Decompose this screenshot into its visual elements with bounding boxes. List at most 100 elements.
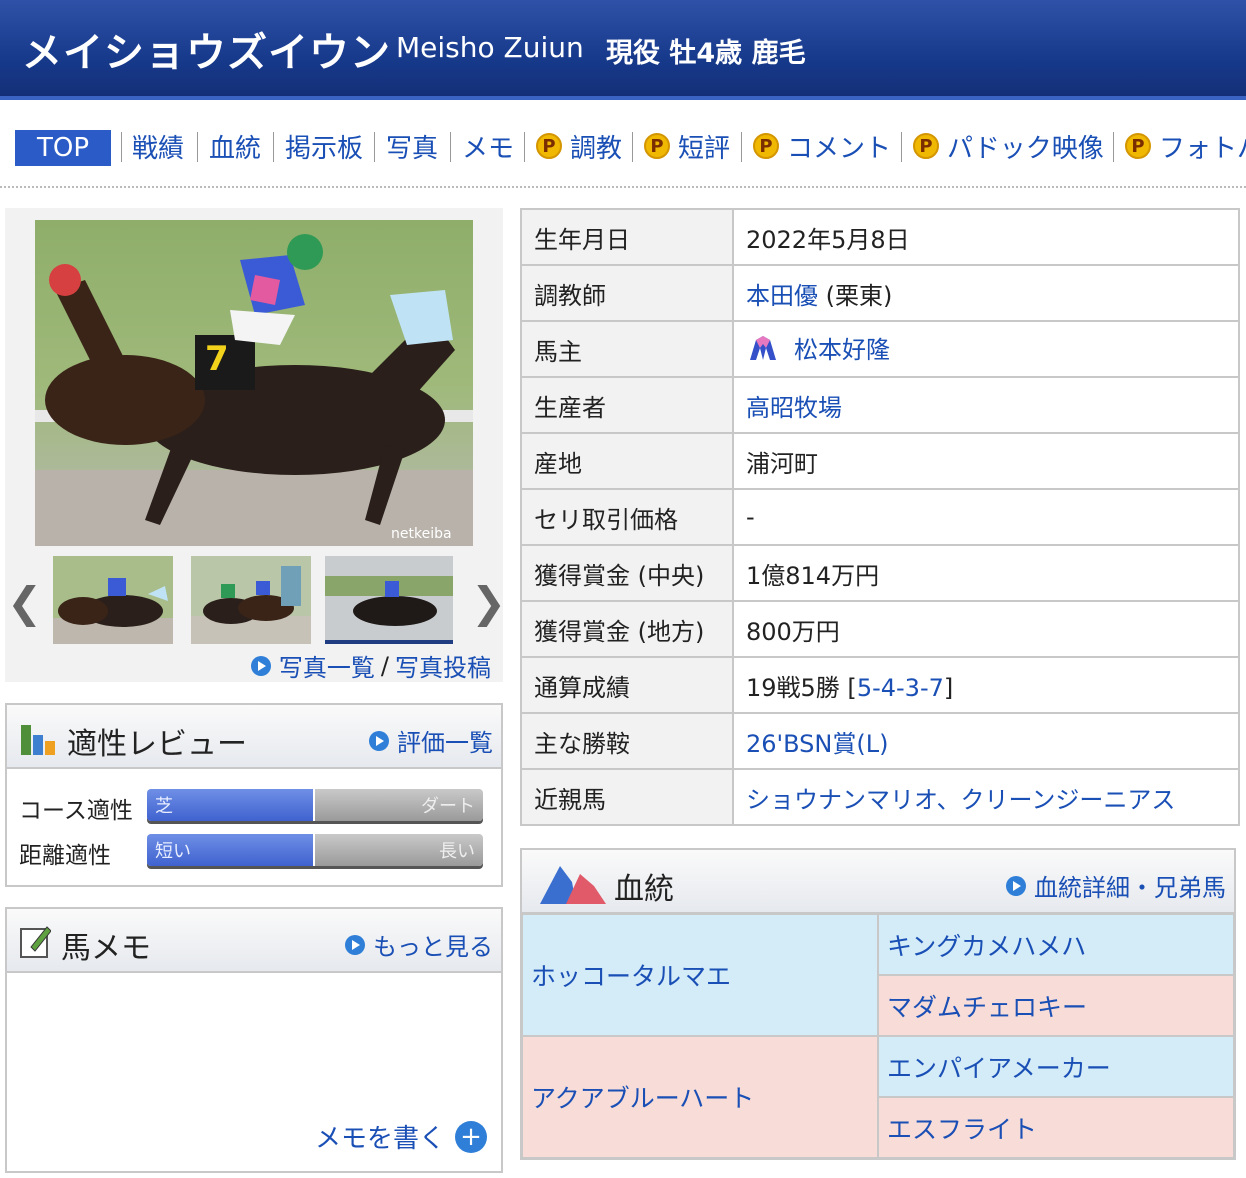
photo-thumbnail[interactable] — [325, 556, 453, 644]
arrow-bullet-icon — [250, 655, 271, 676]
dam-dam-link[interactable]: エスフライト — [878, 1097, 1234, 1158]
svg-text:7: 7 — [205, 339, 229, 379]
tab-top[interactable]: TOP — [15, 130, 112, 166]
tab-paddock-video[interactable]: P パドック映像 — [913, 126, 1104, 166]
horse-info: 現役 牡4歳 鹿毛 — [606, 38, 806, 69]
write-memo-label: メモを書く — [314, 1124, 445, 1154]
tab-memo[interactable]: メモ — [462, 126, 514, 166]
trainer-link[interactable]: 本田優 — [746, 282, 818, 310]
main-win-link[interactable]: 26'BSN賞(L) — [746, 730, 888, 758]
profile-key: 生年月日 — [520, 208, 734, 266]
distance-aptitude-label: 距離適性 — [19, 843, 111, 869]
profile-value: 1億814万円 — [732, 544, 1240, 602]
table-row: 主な勝鞍 26'BSN賞(L) — [520, 712, 1240, 770]
memo-panel: 馬メモ もっと見る メモを書く + — [5, 907, 503, 1173]
sire-link[interactable]: ホッコータルマエ — [522, 914, 878, 1036]
photo-list-link[interactable]: 写真一覧 — [279, 648, 375, 683]
nav-separator — [450, 132, 451, 162]
tab-results[interactable]: 戦績 — [132, 126, 184, 166]
trainer-region: (栗東) — [818, 281, 893, 310]
write-memo-button[interactable]: メモを書く + — [315, 1118, 487, 1155]
main-photo[interactable]: 7 netkeiba — [35, 220, 473, 546]
sire-sire-link[interactable]: キングカメハメハ — [878, 914, 1234, 975]
course-aptitude-bar: 芝 ダート — [147, 789, 483, 821]
nav-separator — [273, 132, 274, 162]
table-row: セリ取引価格 - — [520, 488, 1240, 546]
tab-board[interactable]: 掲示板 — [285, 126, 363, 166]
nav-separator — [121, 132, 122, 162]
profile-table: 生年月日 2022年5月8日 調教師 本田優 (栗東) 馬主 松本好隆 生産者 … — [520, 208, 1240, 826]
tab-photo-paddock[interactable]: P フォトパ — [1125, 126, 1246, 166]
photo-thumbnail[interactable] — [191, 556, 311, 644]
profile-key: 主な勝鞍 — [520, 712, 734, 770]
photo-post-link[interactable]: 写真投稿 — [395, 648, 491, 683]
table-row: 獲得賞金 (中央) 1億814万円 — [520, 544, 1240, 602]
profile-value: 高昭牧場 — [732, 376, 1240, 434]
tab-pedigree[interactable]: 血統 — [209, 126, 261, 166]
pedigree-grid: ホッコータルマエ アクアブルーハート キングカメハメハ マダムチェロキー エンパ… — [522, 914, 1234, 1158]
sire-dam-link[interactable]: マダムチェロキー — [878, 975, 1234, 1036]
next-arrow-icon[interactable]: ❯ — [471, 578, 506, 627]
nav-separator — [901, 132, 902, 162]
tab-comment[interactable]: P コメント — [753, 126, 891, 166]
bar-left-label: 芝 — [147, 789, 315, 821]
pedigree-detail-link[interactable]: 血統詳細・兄弟馬 — [1006, 868, 1226, 903]
nav-separator — [1113, 132, 1114, 162]
owner-link[interactable]: 松本好隆 — [794, 336, 890, 364]
premium-icon: P — [536, 133, 562, 159]
pedigree-panel: 血統 血統詳細・兄弟馬 ホッコータルマエ アクアブルーハート キングカメハメハ … — [520, 848, 1236, 1160]
profile-value: 浦河町 — [732, 432, 1240, 490]
table-row: 通算成績 19戦5勝 [5-4-3-7] — [520, 656, 1240, 714]
more-memo-label: もっと見る — [373, 933, 493, 961]
tab-short-review[interactable]: P 短評 — [644, 126, 730, 166]
arrow-bullet-icon — [369, 730, 389, 751]
horse-name-en: Meisho Zuiun — [396, 31, 584, 64]
link-separator: / — [380, 651, 389, 680]
profile-key: セリ取引価格 — [520, 488, 734, 546]
tab-comment-label: コメント — [787, 133, 892, 164]
tab-training-label: 調教 — [570, 133, 623, 164]
relatives-link[interactable]: ショウナンマリオ、クリーンジーニアス — [746, 786, 1175, 814]
breeder-link[interactable]: 高昭牧場 — [746, 394, 842, 422]
aptitude-title: 適性レビュー — [67, 727, 247, 762]
tab-short-review-label: 短評 — [678, 133, 731, 164]
memo-pencil-icon — [19, 923, 52, 963]
tab-training[interactable]: P 調教 — [536, 126, 622, 166]
profile-value: ショウナンマリオ、クリーンジーニアス — [732, 768, 1240, 826]
memo-title: 馬メモ — [61, 931, 151, 966]
tab-photos[interactable]: 写真 — [386, 126, 438, 166]
prev-arrow-icon[interactable]: ❮ — [7, 578, 42, 627]
profile-value: 800万円 — [732, 600, 1240, 658]
bar-right-label: 長い — [315, 834, 483, 866]
aptitude-panel-header: 適性レビュー 評価一覧 — [7, 705, 501, 769]
profile-key: 近親馬 — [520, 768, 734, 826]
dam-link[interactable]: アクアブルーハート — [522, 1036, 878, 1158]
nav-separator — [197, 132, 198, 162]
table-row: 調教師 本田優 (栗東) — [520, 264, 1240, 322]
rating-list-link[interactable]: 評価一覧 — [369, 723, 493, 758]
table-row: 産地 浦河町 — [520, 432, 1240, 490]
table-row: 獲得賞金 (地方) 800万円 — [520, 600, 1240, 658]
profile-value: 本田優 (栗東) — [732, 264, 1240, 322]
profile-key: 産地 — [520, 432, 734, 490]
profile-value: 26'BSN賞(L) — [732, 712, 1240, 770]
profile-key: 調教師 — [520, 264, 734, 322]
photo-thumbnail[interactable] — [53, 556, 173, 644]
premium-icon: P — [644, 133, 670, 159]
nav-separator — [741, 132, 742, 162]
course-aptitude-label: コース適性 — [19, 798, 133, 824]
profile-key: 獲得賞金 (地方) — [520, 600, 734, 658]
nav-separator — [524, 132, 525, 162]
premium-icon: P — [913, 133, 939, 159]
career-record: 19戦5勝 [ — [746, 673, 857, 702]
more-memo-link[interactable]: もっと見る — [345, 927, 493, 962]
profile-key: 獲得賞金 (中央) — [520, 544, 734, 602]
table-row: 生産者 高昭牧場 — [520, 376, 1240, 434]
nav-separator — [374, 132, 375, 162]
profile-value: - — [732, 488, 1240, 546]
photo-links: 写真一覧 / 写真投稿 — [250, 648, 491, 683]
dam-sire-link[interactable]: エンパイアメーカー — [878, 1036, 1234, 1097]
photo-watermark: netkeiba — [391, 526, 452, 542]
profile-key: 馬主 — [520, 320, 734, 378]
career-record-link[interactable]: 5-4-3-7 — [857, 674, 944, 702]
